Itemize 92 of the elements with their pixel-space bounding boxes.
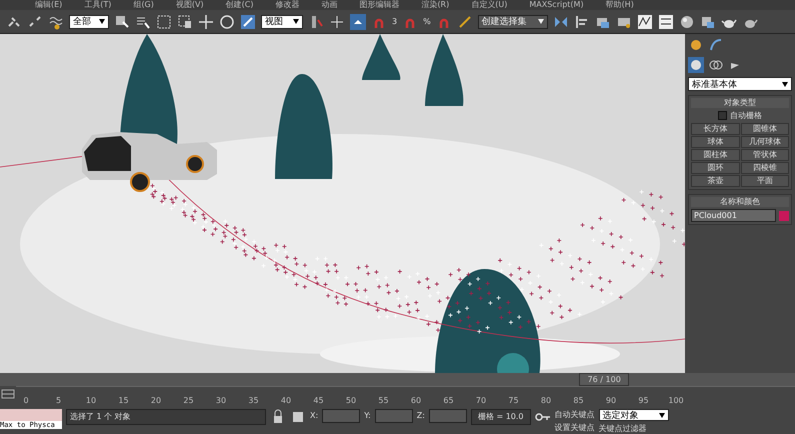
rotate-icon[interactable]	[219, 14, 235, 30]
key-mode-dropdown[interactable]: 选定对象	[598, 409, 669, 421]
car-drawing[interactable]	[82, 132, 217, 192]
rollout-title[interactable]: 名称和颜色	[691, 197, 789, 207]
object-type-button[interactable]: 圆柱体	[691, 149, 740, 161]
rectangle-selection-icon[interactable]	[156, 14, 172, 30]
modify-tab-icon[interactable]	[708, 37, 724, 53]
frame-number: 35	[248, 396, 259, 405]
time-slider[interactable]: 76 / 100	[579, 373, 630, 386]
menu-item[interactable]: 组(G)	[133, 0, 154, 10]
cursor-highlight	[497, 353, 529, 373]
scale-icon[interactable]	[240, 14, 256, 30]
edit-named-selection-icon[interactable]	[456, 14, 473, 30]
object-name-field[interactable]: PCloud001	[691, 209, 776, 222]
frame-number: 95	[638, 396, 649, 405]
category-dropdown[interactable]: 标准基本体	[688, 77, 792, 91]
object-type-button[interactable]: 圆环	[691, 162, 740, 174]
frame-number: 75	[508, 396, 519, 405]
object-type-button[interactable]: 四棱锥	[740, 162, 789, 174]
frame-number: 80	[540, 396, 552, 405]
object-type-button[interactable]: 球体	[691, 136, 740, 148]
snap-label: 3	[392, 16, 398, 28]
object-type-button[interactable]: 管状体	[740, 149, 789, 161]
caret-icon	[658, 412, 665, 418]
object-type-button[interactable]: 平面	[740, 175, 789, 187]
reference-coordinate-dropdown[interactable]: 视图	[261, 14, 303, 28]
geometry-icon[interactable]	[688, 57, 704, 73]
z-coordinate-field[interactable]	[428, 409, 467, 423]
frame-number: 50	[346, 396, 356, 405]
menu-item[interactable]: 视图(V)	[176, 0, 204, 10]
object-type-button[interactable]: 茶壶	[691, 175, 740, 187]
material-editor-icon[interactable]	[678, 14, 695, 30]
grid-readout: 栅格 = 10.0	[470, 409, 531, 425]
object-type-button[interactable]: 几何球体	[740, 136, 789, 148]
x-coordinate-field[interactable]	[322, 409, 360, 423]
window-crossing-icon[interactable]	[177, 14, 193, 30]
frame-number: 85	[573, 396, 584, 405]
frame-number: 60	[410, 396, 422, 405]
move-icon[interactable]	[198, 14, 214, 30]
named-selection-dropdown[interactable]: 创建选择集	[478, 14, 548, 28]
frame-number: 30	[216, 396, 226, 405]
menu-item[interactable]: 编辑(E)	[35, 0, 62, 10]
z-label: Z:	[416, 410, 425, 422]
menu-item[interactable]: 帮助(H)	[606, 0, 634, 10]
selection-filter-dropdown[interactable]: 全部	[69, 14, 109, 28]
menu-item[interactable]: 工具(T)	[84, 0, 112, 10]
frame-number: 45	[313, 396, 324, 405]
create-tab-icon[interactable]	[688, 37, 704, 53]
x-label: X:	[310, 410, 318, 422]
frame-number: 100	[668, 396, 684, 405]
y-coordinate-field[interactable]	[374, 409, 413, 423]
select-manipulate-icon[interactable]	[329, 14, 345, 30]
y-label: Y:	[364, 410, 371, 422]
object-color-swatch[interactable]	[779, 210, 789, 220]
align-icon[interactable]	[574, 14, 590, 30]
menu-item[interactable]: 自定义(U)	[471, 0, 508, 10]
rollout-title[interactable]: 对象类型	[691, 98, 789, 108]
selection-status: 选择了 1 个 对象	[66, 409, 266, 425]
object-type-button[interactable]: 长方体	[691, 123, 740, 135]
frame-number: 10	[86, 396, 96, 405]
autogrid-checkbox[interactable]: 自动栅格	[691, 110, 789, 121]
select-object-icon[interactable]	[114, 14, 130, 30]
caret-icon	[782, 82, 788, 86]
caret-icon	[538, 19, 544, 24]
caret-icon	[293, 19, 299, 24]
curve-editor-icon[interactable]	[636, 14, 653, 30]
key-filters-button[interactable]: 关键点过滤器	[598, 423, 669, 434]
frame-number: 15	[118, 396, 129, 405]
transform-mode-icon[interactable]	[290, 409, 306, 425]
menu-item[interactable]: 动画	[321, 0, 338, 10]
frame-number: 20	[150, 396, 162, 405]
menu-item[interactable]: MAXScript(M)	[529, 0, 584, 10]
object-type-button[interactable]: 圆锥体	[740, 123, 789, 135]
frame-number: 0	[23, 396, 29, 405]
menu-item[interactable]: 图形编辑器	[359, 0, 400, 10]
frame-number: 70	[476, 396, 486, 405]
caret-icon	[99, 19, 105, 24]
schematic-view-icon[interactable]	[658, 14, 674, 30]
frame-number: 90	[606, 396, 616, 405]
menu-item[interactable]: 创建(C)	[226, 0, 254, 10]
menu-item[interactable]: 渲染(R)	[421, 0, 450, 10]
set-key-button[interactable]: 设置关键点	[554, 422, 595, 433]
frame-number: 65	[443, 396, 454, 405]
auto-key-button[interactable]: 自动关键点	[554, 409, 595, 420]
frame-number: 25	[183, 396, 194, 405]
listener-field[interactable]	[0, 409, 62, 421]
frame-number: 5	[56, 396, 62, 405]
frame-number: 55	[378, 396, 389, 405]
menu-item[interactable]: 修改器	[275, 0, 300, 10]
frame-number: 40	[280, 396, 292, 405]
unlink-icon[interactable]	[27, 14, 43, 30]
percent-snap-label: %	[423, 16, 431, 28]
